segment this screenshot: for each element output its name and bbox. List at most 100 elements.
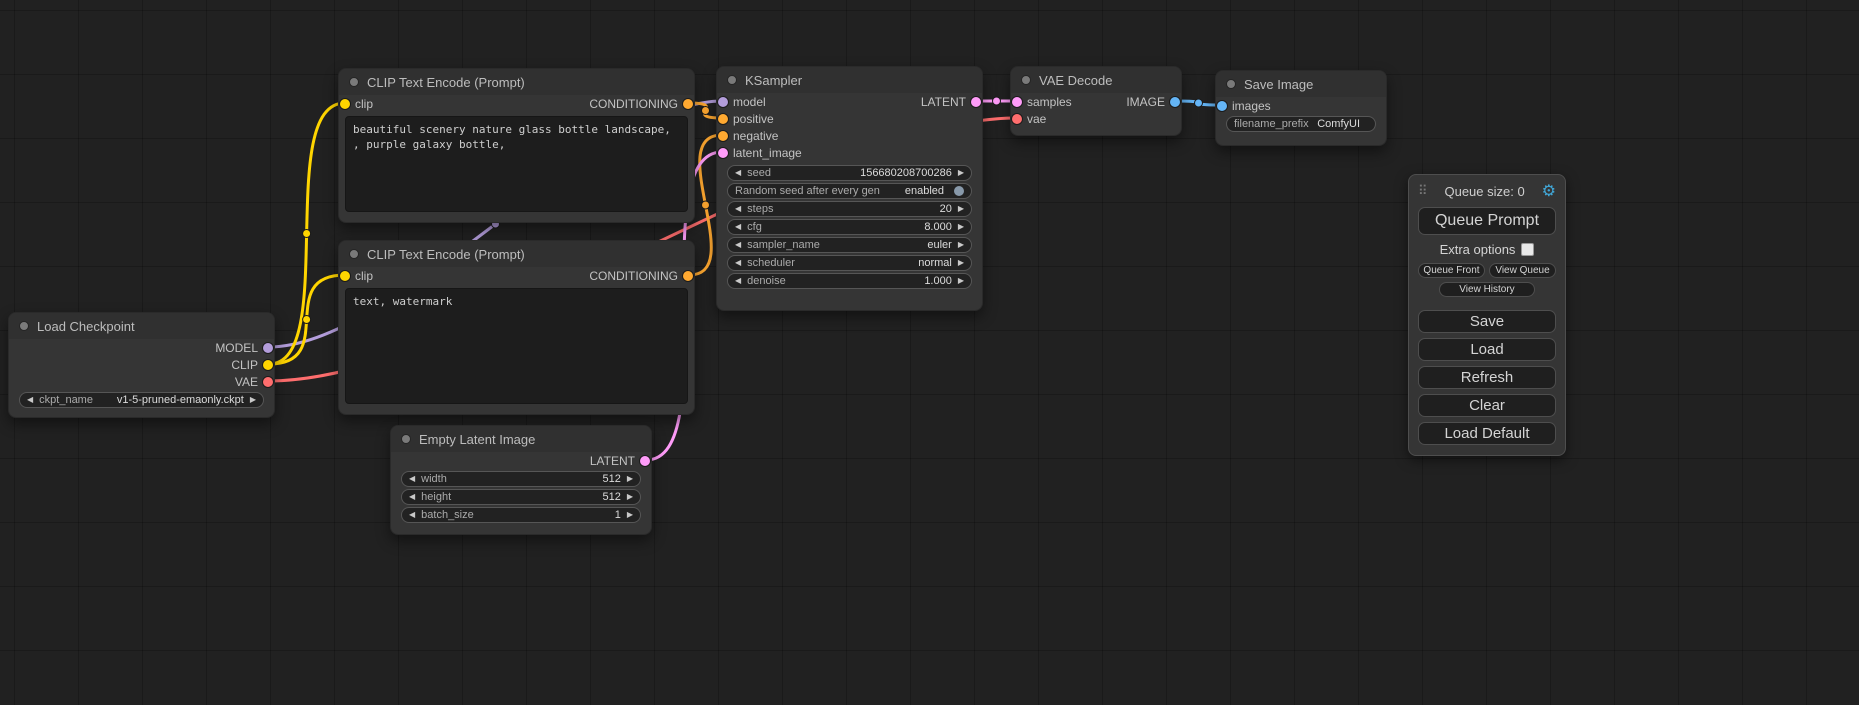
decrement-arrow-icon[interactable]: ◀: [409, 475, 415, 483]
decrement-arrow-icon[interactable]: ◀: [735, 277, 741, 285]
negative-input-dot[interactable]: [718, 131, 728, 141]
drag-handle-icon[interactable]: ⠿: [1418, 183, 1428, 199]
view-history-button[interactable]: View History: [1439, 282, 1536, 297]
latent-output-dot[interactable]: [971, 97, 981, 107]
clear-button[interactable]: Clear: [1418, 394, 1556, 417]
wire-midpoint-dot: [702, 107, 710, 115]
collapse-toggle-icon[interactable]: [349, 249, 359, 259]
widget-label: scheduler: [747, 257, 795, 269]
node-empty-latent-image[interactable]: Empty Latent Image LATENT ◀ width 512 ▶ …: [390, 425, 652, 535]
node-title-bar[interactable]: CLIP Text Encode (Prompt): [339, 69, 694, 95]
widget-sampler-name[interactable]: ◀ sampler_name euler ▶: [727, 237, 972, 253]
model-output-dot[interactable]: [263, 343, 273, 353]
latent-image-input-dot[interactable]: [718, 148, 728, 158]
settings-gear-icon[interactable]: ⚙: [1542, 181, 1556, 201]
node-save-image[interactable]: Save Image images filename_prefix ComfyU…: [1215, 70, 1387, 146]
node-ksampler[interactable]: KSampler model LATENT positive negative …: [716, 66, 983, 311]
widget-label: height: [421, 491, 451, 503]
vae-input-dot[interactable]: [1012, 114, 1022, 124]
increment-arrow-icon[interactable]: ▶: [627, 511, 633, 519]
refresh-button[interactable]: Refresh: [1418, 366, 1556, 389]
negative-prompt-textarea[interactable]: text, watermark: [345, 288, 688, 404]
decrement-arrow-icon[interactable]: ◀: [735, 259, 741, 267]
toggle-dot-icon[interactable]: [954, 186, 964, 196]
positive-input-dot[interactable]: [718, 114, 728, 124]
images-input-dot[interactable]: [1217, 101, 1227, 111]
node-load-checkpoint[interactable]: Load Checkpoint MODEL CLIP VAE ◀ ckpt_na…: [8, 312, 275, 418]
node-title-bar[interactable]: KSampler: [717, 67, 982, 93]
widget-ckpt-name[interactable]: ◀ ckpt_name v1-5-pruned-emaonly.ckpt ▶: [19, 392, 264, 408]
increment-arrow-icon[interactable]: ▶: [250, 396, 256, 404]
collapse-toggle-icon[interactable]: [1021, 75, 1031, 85]
view-queue-button[interactable]: View Queue: [1489, 263, 1556, 278]
widget-steps[interactable]: ◀ steps 20 ▶: [727, 201, 972, 217]
clip-input-dot[interactable]: [340, 271, 350, 281]
conditioning-output-dot[interactable]: [683, 271, 693, 281]
save-button[interactable]: Save: [1418, 310, 1556, 333]
wire-midpoint-dot: [993, 97, 1001, 105]
positive-prompt-textarea[interactable]: beautiful scenery nature glass bottle la…: [345, 116, 688, 212]
decrement-arrow-icon[interactable]: ◀: [409, 511, 415, 519]
node-title-label: Empty Latent Image: [419, 432, 535, 447]
node-title-bar[interactable]: Empty Latent Image: [391, 426, 651, 452]
load-button[interactable]: Load: [1418, 338, 1556, 361]
collapse-toggle-icon[interactable]: [349, 77, 359, 87]
widget-label: sampler_name: [747, 239, 820, 251]
vae-output-dot[interactable]: [263, 377, 273, 387]
widget-cfg[interactable]: ◀ cfg 8.000 ▶: [727, 219, 972, 235]
widget-label: width: [421, 473, 447, 485]
node-clip-text-encode-negative[interactable]: CLIP Text Encode (Prompt) clip CONDITION…: [338, 240, 695, 415]
collapse-toggle-icon[interactable]: [1226, 79, 1236, 89]
increment-arrow-icon[interactable]: ▶: [958, 241, 964, 249]
node-title-bar[interactable]: Save Image: [1216, 71, 1386, 97]
samples-input-dot[interactable]: [1012, 97, 1022, 107]
widget-scheduler[interactable]: ◀ scheduler normal ▶: [727, 255, 972, 271]
decrement-arrow-icon[interactable]: ◀: [735, 241, 741, 249]
increment-arrow-icon[interactable]: ▶: [958, 223, 964, 231]
node-title-bar[interactable]: VAE Decode: [1011, 67, 1181, 93]
widget-value: 8.000: [924, 221, 952, 233]
increment-arrow-icon[interactable]: ▶: [958, 277, 964, 285]
widget-seed[interactable]: ◀ seed 156680208700286 ▶: [727, 165, 972, 181]
collapse-toggle-icon[interactable]: [19, 321, 29, 331]
wire-midpoint-dot: [1195, 99, 1203, 107]
widget-denoise[interactable]: ◀ denoise 1.000 ▶: [727, 273, 972, 289]
increment-arrow-icon[interactable]: ▶: [627, 493, 633, 501]
increment-arrow-icon[interactable]: ▶: [958, 259, 964, 267]
latent-output-dot[interactable]: [640, 456, 650, 466]
clip-output-dot[interactable]: [263, 360, 273, 370]
widget-width[interactable]: ◀ width 512 ▶: [401, 471, 641, 487]
node-title-label: VAE Decode: [1039, 73, 1112, 88]
increment-arrow-icon[interactable]: ▶: [958, 205, 964, 213]
clip-input-dot[interactable]: [340, 99, 350, 109]
collapse-toggle-icon[interactable]: [401, 434, 411, 444]
node-vae-decode[interactable]: VAE Decode samples IMAGE vae: [1010, 66, 1182, 136]
conditioning-output-dot[interactable]: [683, 99, 693, 109]
node-title-label: KSampler: [745, 73, 802, 88]
model-input-dot[interactable]: [718, 97, 728, 107]
widget-value: normal: [918, 257, 952, 269]
node-clip-text-encode-positive[interactable]: CLIP Text Encode (Prompt) clip CONDITION…: [338, 68, 695, 223]
decrement-arrow-icon[interactable]: ◀: [735, 169, 741, 177]
collapse-toggle-icon[interactable]: [727, 75, 737, 85]
decrement-arrow-icon[interactable]: ◀: [735, 205, 741, 213]
slot-row: clip CONDITIONING: [339, 267, 694, 284]
node-graph-canvas[interactable]: Load Checkpoint MODEL CLIP VAE ◀ ckpt_na…: [0, 0, 1859, 705]
increment-arrow-icon[interactable]: ▶: [627, 475, 633, 483]
queue-front-button[interactable]: Queue Front: [1418, 263, 1485, 278]
load-default-button[interactable]: Load Default: [1418, 422, 1556, 445]
widget-label: ckpt_name: [39, 394, 93, 406]
extra-options-checkbox[interactable]: [1521, 243, 1534, 256]
decrement-arrow-icon[interactable]: ◀: [409, 493, 415, 501]
image-output-dot[interactable]: [1170, 97, 1180, 107]
node-title-bar[interactable]: CLIP Text Encode (Prompt): [339, 241, 694, 267]
queue-prompt-button[interactable]: Queue Prompt: [1418, 207, 1556, 235]
increment-arrow-icon[interactable]: ▶: [958, 169, 964, 177]
node-title-bar[interactable]: Load Checkpoint: [9, 313, 274, 339]
decrement-arrow-icon[interactable]: ◀: [27, 396, 33, 404]
widget-random-seed-toggle[interactable]: Random seed after every gen enabled: [727, 183, 972, 199]
widget-filename-prefix[interactable]: filename_prefix ComfyUI: [1226, 116, 1376, 132]
decrement-arrow-icon[interactable]: ◀: [735, 223, 741, 231]
widget-batch-size[interactable]: ◀ batch_size 1 ▶: [401, 507, 641, 523]
widget-height[interactable]: ◀ height 512 ▶: [401, 489, 641, 505]
